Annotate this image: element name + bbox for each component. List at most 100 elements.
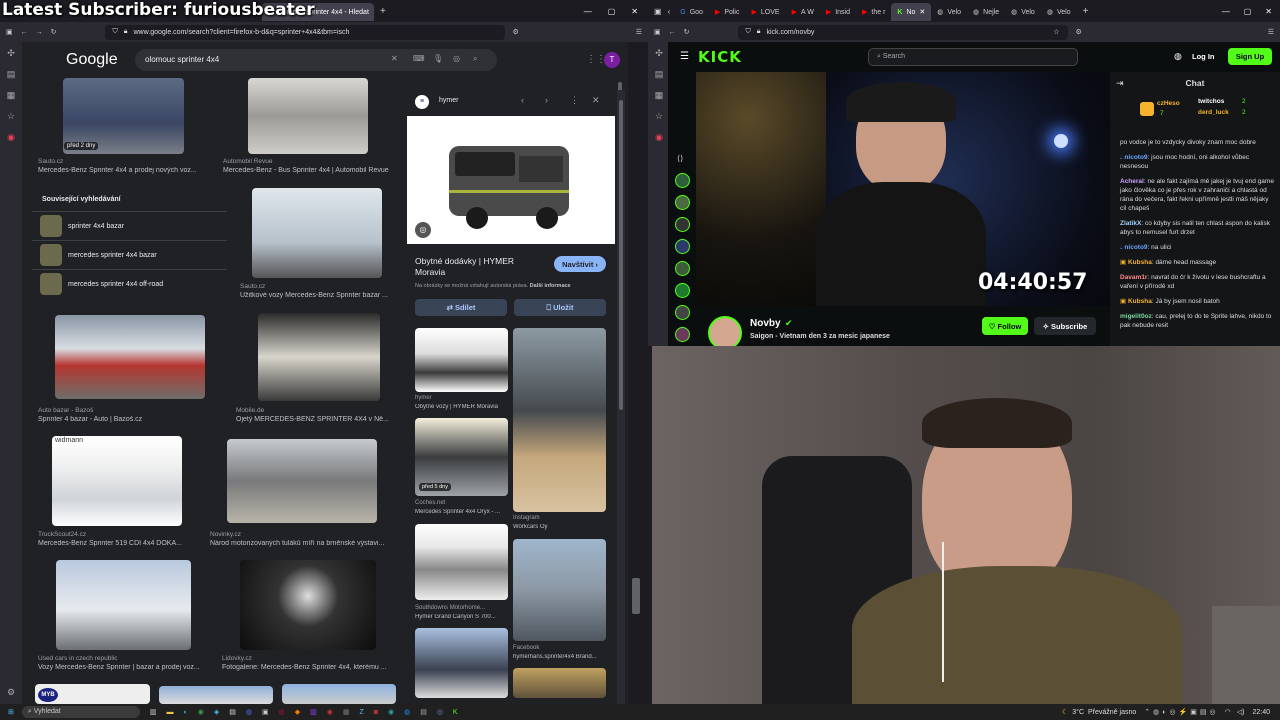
result-caption[interactable]: Fotogalerie: Mercedes-Benz Sprinter 4x4,… [222,664,397,671]
chat-user[interactable]: Kubsha [1128,298,1152,305]
channel-avatar[interactable] [675,305,690,320]
related-source[interactable]: Facebook [513,645,539,651]
lens-icon[interactable]: ◎ [453,54,460,63]
chat-user[interactable]: nicoto9 [1124,244,1147,251]
store-icon[interactable]: ◈ [214,708,219,716]
app-icon[interactable]: ◆ [295,708,300,716]
start-icon[interactable]: ⊞ [8,708,14,716]
reload-icon[interactable]: ↻ [684,28,690,36]
streamer-avatar[interactable] [708,316,742,350]
result-source[interactable]: Sauto.cz [38,158,63,165]
forward-icon[interactable]: → [36,29,43,36]
result-caption[interactable]: Mercedes-Benz - Bus Sprinter 4x4 | Autom… [223,167,403,174]
result-source[interactable]: Sauto.cz [240,283,265,290]
ai-icon[interactable]: ✣ [7,48,15,59]
tray-icons[interactable]: ⌃◍◐◎⚡▣▤◎ [1144,708,1218,716]
related-caption[interactable]: Workcars Oy [513,524,608,530]
result-image-7[interactable] [227,439,377,523]
app-icon[interactable]: ▦ [343,708,350,716]
related-source[interactable]: hymer [415,395,432,401]
sidebar-toggle-icon[interactable]: ▣ [654,28,661,36]
result-image-11[interactable] [159,686,273,704]
top-user-3[interactable]: derd_luck [1198,109,1229,116]
outer-scrollbar[interactable] [632,578,640,614]
related-caption[interactable]: Obytné vozy | HYMER Moravia [415,404,510,410]
task-view-icon[interactable]: ▥ [150,708,157,716]
bookmarks-icon[interactable]: ▦ [655,90,664,101]
edge-icon[interactable]: ◐ [184,709,188,716]
star-icon[interactable]: ☆ [7,111,15,122]
search-icon[interactable]: ⌕ [473,54,477,64]
top-user-2[interactable]: twitchos [1198,98,1224,105]
back-icon[interactable]: ← [21,29,28,36]
panel-title[interactable]: Obytné dodávky | HYMER Moravia [415,256,535,278]
search-input[interactable]: olomouc sprinter 4x4 ✕ ⌨ 🎙︎ ◎ ⌕ [135,49,497,71]
chat-user[interactable]: Davam1r [1120,274,1147,281]
collapse-chat-icon[interactable]: ⇥ [1116,78,1124,89]
ai-icon[interactable]: ✣ [655,48,663,59]
follow-button[interactable]: ♡ Follow [982,317,1028,335]
menu-icon[interactable]: ☰ [1268,28,1274,36]
subscribe-button[interactable]: ✧ Subscribe [1034,317,1096,335]
new-tab-icon[interactable]: + [1083,6,1089,17]
kick-search-input[interactable]: ⌕ Search [868,48,1078,66]
related-image-6[interactable] [415,628,508,698]
result-source[interactable]: Mobile.de [236,407,264,414]
app-icon[interactable]: Z [359,709,363,716]
result-source[interactable]: TruckScout24.cz [38,531,86,538]
tab-the[interactable]: ▶ the r [856,3,891,21]
chat-user[interactable]: migelit0oz [1120,313,1152,320]
channel-avatar[interactable] [675,239,690,254]
maximize-icon[interactable]: ▢ [1244,7,1252,16]
app-icon[interactable]: ▥ [310,708,317,716]
minimize-icon[interactable]: — [1222,7,1230,16]
visit-button[interactable]: Navštívit › [554,256,606,272]
related-image-1[interactable] [415,328,508,392]
result-caption[interactable]: Mercedes-Benz Sprinter 4x4 a prodej nový… [38,167,224,174]
share-button[interactable]: ⇄ Sdílet [415,299,507,316]
app-icon[interactable]: ◙ [374,709,378,716]
result-image-9[interactable] [240,560,376,650]
panel-site[interactable]: hymer [439,97,458,104]
wifi-icon[interactable]: ◠ [1225,708,1231,716]
channel-avatar[interactable] [675,283,690,298]
tab-velo-2[interactable]: ◍ Velo [1005,3,1041,21]
channel-avatar[interactable] [675,173,690,188]
history-icon[interactable]: ▤ [655,69,664,80]
page-scrollbar[interactable] [619,100,623,410]
pocket-icon[interactable]: ◉ [7,132,15,143]
result-source[interactable]: Used cars in czech republic [38,655,117,662]
explorer-icon[interactable]: ▬ [167,709,174,716]
result-caption[interactable]: Vozy Mercedes-Benz Sprinter | bazar a pr… [38,664,218,671]
chat-user[interactable]: ZlatikX [1120,220,1141,227]
prev-icon[interactable]: ‹ [521,95,524,105]
close-icon[interactable]: ✕ [373,8,374,16]
result-image-8[interactable] [56,560,191,650]
result-caption[interactable]: Mercedes-Benz Sprinter 519 CDI 4x4 DOKA.… [38,540,218,547]
related-source[interactable]: Instagram [513,515,540,521]
apps-icon[interactable]: ⋮⋮ [586,54,606,65]
result-image-4[interactable] [55,315,205,399]
app-icon[interactable]: ▤ [420,708,427,716]
tab-insid[interactable]: ▶ Insid [820,3,856,21]
related-caption[interactable]: hymerhans.sprinter4x4 Brand... [513,654,608,660]
related-item[interactable]: mercedes sprinter 4x4 bazar [32,240,227,269]
tab-nejle[interactable]: ◍ Nejle [967,3,1005,21]
app-icon[interactable]: ◉ [327,708,333,716]
top-user-1[interactable]: czHeso [1157,100,1180,107]
clear-icon[interactable]: ✕ [391,54,398,63]
tab-aw[interactable]: ▶ A W [786,3,820,21]
url-bar[interactable]: ⛉ 🔒︎ kick.com/novby ☆ [737,24,1068,40]
result-image-6[interactable] [52,436,182,526]
result-caption[interactable]: Národ motorizovaných tuláků míří na brně… [210,540,395,547]
history-icon[interactable]: ▤ [7,69,16,80]
volume-icon[interactable]: ◁) [1237,708,1245,716]
chat-user[interactable]: nicoto9 [1124,154,1147,161]
app-icon[interactable]: ◎ [437,708,443,716]
related-item[interactable]: mercedes sprinter 4x4 off-road [32,269,227,298]
more-info-link[interactable]: Další informace [530,283,571,289]
reload-icon[interactable]: ↻ [51,28,57,36]
channel-avatar[interactable] [675,261,690,276]
hamburger-icon[interactable]: ☰ [680,51,689,62]
related-source[interactable]: Coches.net [415,500,445,506]
